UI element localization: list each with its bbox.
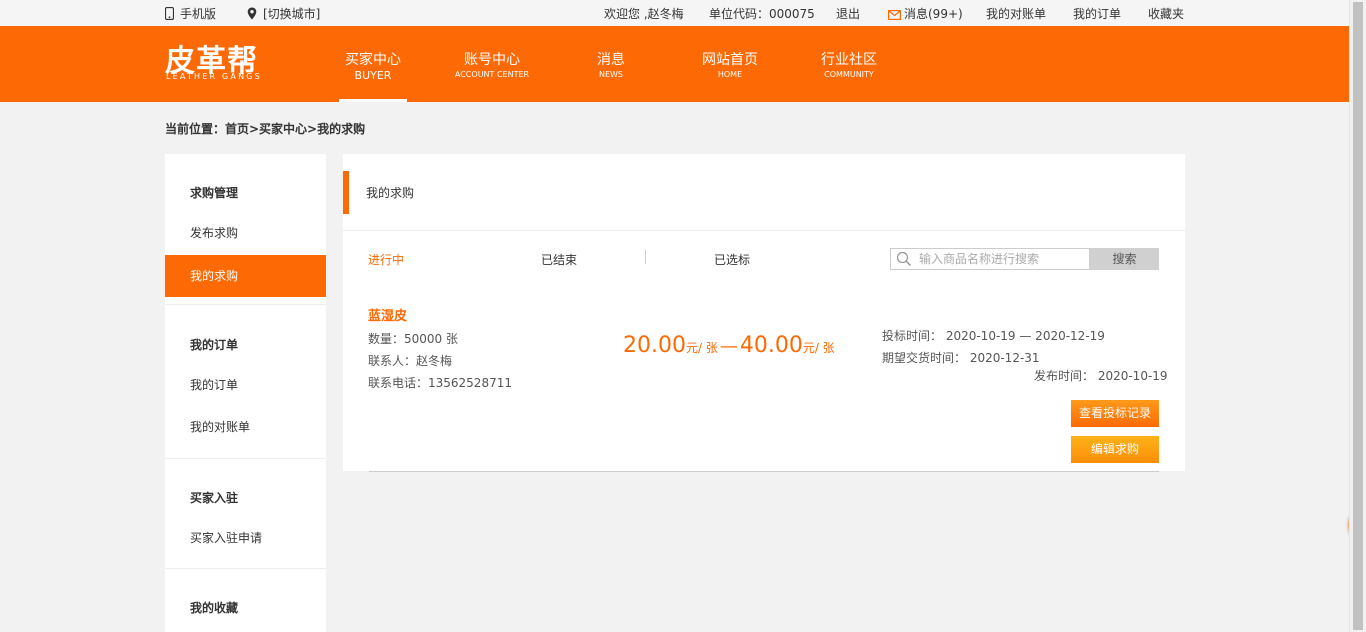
nav-sublabel: ACCOUNT CENTER	[454, 70, 530, 79]
main-panel: 我的求购 进行中 已结束 已选标 搜索 蓝湿皮 数量：50000 张 联系人：赵…	[343, 154, 1185, 471]
unit-code-text: 单位代码：000075	[709, 7, 815, 21]
my-statement-link[interactable]: 我的对账单	[986, 5, 1046, 22]
view-bid-records-button[interactable]: 查看投标记录	[1071, 400, 1159, 427]
sidebar-group-title: 我的订单	[190, 338, 239, 352]
request-quantity: 数量：50000 张	[368, 332, 458, 346]
nav-label: 行业社区	[821, 52, 877, 68]
welcome-text: 欢迎您 ,赵冬梅	[604, 7, 684, 21]
tab-separator	[645, 250, 646, 264]
nav-label: 账号中心	[464, 52, 520, 68]
messages-link[interactable]: 消息(99+)	[888, 5, 963, 22]
sidebar-divider	[165, 304, 326, 305]
sidebar-divider	[165, 568, 326, 569]
price-range: 20.00元/ 张 —40.00元/ 张	[623, 333, 835, 358]
nav-buyer-center[interactable]: 买家中心 BUYER	[339, 26, 407, 102]
main-header: 皮革帮 LEATHER GANGS 买家中心 BUYER 账号中心 ACCOUN…	[0, 26, 1349, 102]
sidebar: 求购管理 发布求购 我的求购 我的订单 我的订单 我的对账单 买家入驻 买家入驻…	[165, 154, 326, 632]
request-phone: 联系电话：13562528711	[368, 376, 512, 390]
request-contact: 联系人：赵冬梅	[368, 354, 453, 368]
mail-icon	[888, 10, 901, 20]
price-dash: —	[719, 336, 738, 357]
bid-time: 投标时间： 2020-10-19 — 2020-12-19	[882, 329, 1105, 343]
nav-account-center[interactable]: 账号中心 ACCOUNT CENTER	[448, 26, 536, 102]
sidebar-group-title: 买家入驻	[190, 491, 239, 505]
price-unit: 元/ 张	[802, 341, 835, 355]
switch-city-label: [切换城市]	[263, 7, 321, 21]
scrollbar-thumb[interactable]	[1353, 2, 1363, 630]
switch-city-link[interactable]: [切换城市]	[247, 5, 320, 22]
sidebar-item-my-requests[interactable]: 我的求购	[165, 255, 326, 297]
price-unit: 元/ 张	[685, 341, 718, 355]
sidebar-group-title: 我的收藏	[190, 601, 239, 615]
nav-community[interactable]: 行业社区 COMMUNITY	[814, 26, 884, 102]
edit-request-button[interactable]: 编辑求购	[1071, 436, 1159, 463]
item-divider	[369, 471, 1159, 472]
tab-in-progress[interactable]: 进行中	[368, 251, 404, 268]
tab-selected-bid[interactable]: 已选标	[714, 251, 750, 268]
favorites-link[interactable]: 收藏夹	[1148, 5, 1184, 22]
sidebar-item-publish-request[interactable]: 发布求购	[165, 212, 326, 254]
nav-sublabel: BUYER	[354, 69, 392, 82]
page-scrollbar[interactable]	[1349, 0, 1366, 632]
title-divider	[343, 230, 1185, 231]
logout-link[interactable]: 退出	[836, 5, 860, 22]
search-input[interactable]	[919, 251, 1085, 267]
sidebar-group-title: 求购管理	[190, 186, 239, 200]
active-nav-indicator	[339, 99, 407, 102]
mobile-link[interactable]: 手机版	[165, 5, 216, 22]
sidebar-item-buyer-application[interactable]: 买家入驻申请	[165, 517, 326, 559]
search-field	[890, 248, 1090, 270]
phone-icon	[165, 7, 174, 20]
tab-ended[interactable]: 已结束	[541, 251, 577, 268]
nav-sublabel: COMMUNITY	[824, 70, 874, 79]
mobile-label: 手机版	[180, 7, 217, 21]
top-bar: 手机版 [切换城市] 欢迎您 ,赵冬梅 单位代码：000075 退出 消息(99…	[0, 0, 1349, 26]
title-accent-bar	[343, 171, 349, 214]
sidebar-item-my-statement[interactable]: 我的对账单	[165, 406, 326, 448]
search-button[interactable]: 搜索	[1090, 248, 1159, 270]
sidebar-item-my-orders[interactable]: 我的订单	[165, 364, 326, 406]
nav-sublabel: HOME	[717, 70, 743, 79]
publish-time: 发布时间： 2020-10-19	[1034, 369, 1168, 383]
search-icon	[896, 251, 912, 267]
nav-sublabel: NEWS	[598, 70, 624, 79]
page-title: 我的求购	[366, 186, 415, 200]
location-pin-icon	[247, 7, 257, 20]
nav-label: 网站首页	[702, 52, 758, 68]
sidebar-divider	[165, 458, 326, 459]
logo-subtitle: LEATHER GANGS	[166, 72, 262, 81]
expected-delivery-time: 期望交货时间： 2020-12-31	[882, 351, 1040, 365]
nav-label: 买家中心	[345, 52, 401, 68]
nav-label: 消息	[597, 52, 625, 68]
nav-news[interactable]: 消息 NEWS	[581, 26, 641, 102]
request-item-name[interactable]: 蓝湿皮	[368, 305, 407, 324]
my-orders-link[interactable]: 我的订单	[1073, 5, 1121, 22]
price-high: 40.00	[739, 333, 803, 358]
nav-home[interactable]: 网站首页 HOME	[696, 26, 764, 102]
messages-label: 消息(99+)	[904, 7, 963, 21]
price-low: 20.00	[623, 333, 686, 358]
breadcrumb: 当前位置：首页>买家中心>我的求购	[165, 122, 366, 136]
